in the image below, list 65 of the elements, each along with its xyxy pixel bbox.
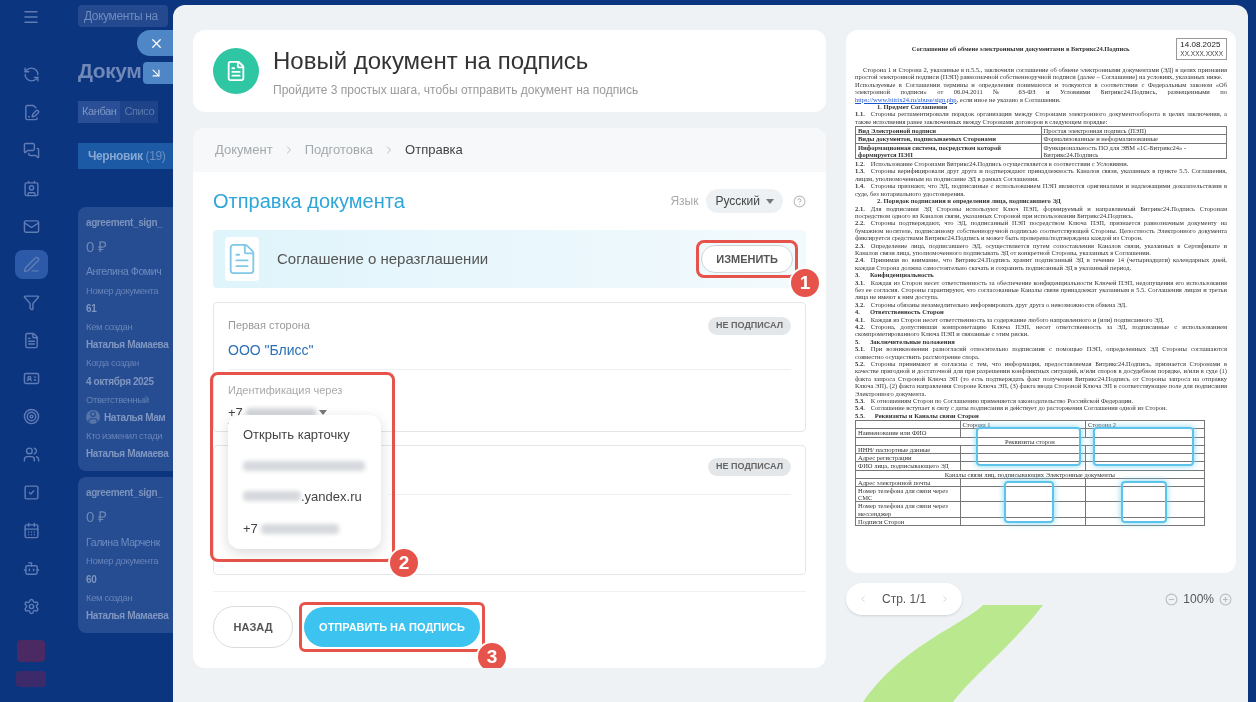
- back-button[interactable]: НАЗАД: [213, 606, 293, 648]
- field-label: Номер документа: [86, 283, 160, 298]
- document-name: Соглашение о неразглашении: [277, 248, 490, 269]
- page-title: Докум: [78, 58, 142, 84]
- menu-item[interactable]: .yandex.ru: [243, 486, 366, 506]
- field-label: Ответственный: [86, 392, 150, 407]
- zoom-out-icon[interactable]: [1165, 592, 1179, 606]
- field-value: Наталья Мамаева: [86, 447, 169, 461]
- step-number: 2: [388, 547, 420, 579]
- email-domain: .yandex.ru: [301, 487, 362, 506]
- party-name[interactable]: ООО "Блисс": [228, 339, 709, 361]
- page-indicator: Стр. 1/1: [882, 591, 927, 608]
- card-title: agreement_sign_: [86, 215, 164, 230]
- step-tab[interactable]: Отправка: [405, 140, 463, 160]
- language-select[interactable]: Русский: [706, 189, 783, 213]
- field-label: Номер документа: [86, 554, 160, 569]
- modal-title: Новый документ на подпись: [273, 46, 590, 76]
- menu-icon[interactable]: [22, 8, 40, 26]
- menu-item[interactable]: +7: [243, 519, 366, 539]
- field-value: 61: [86, 302, 97, 316]
- phone-prefix: +7: [243, 520, 258, 538]
- field-label: Кем создан: [86, 590, 134, 605]
- party-label: Первая сторона: [228, 318, 311, 333]
- step-number: 3: [476, 641, 508, 668]
- field-label: Когда создан: [86, 356, 140, 371]
- column-count: (19): [145, 147, 166, 165]
- status-badge: НЕ ПОДПИСАЛ: [708, 317, 791, 335]
- card-amount: 0 ₽: [86, 236, 108, 257]
- signature-field-highlight[interactable]: [1120, 481, 1167, 524]
- document-icon: [213, 48, 259, 94]
- field-value: 60: [86, 572, 97, 587]
- change-button[interactable]: ИЗМЕНИТЬ: [701, 245, 793, 273]
- signature-field-highlight[interactable]: [975, 427, 1081, 467]
- status-badge: НЕ ПОДПИСАЛ: [708, 458, 791, 476]
- step-number: 1: [789, 267, 821, 299]
- card-title: agreement_sign_: [86, 486, 164, 500]
- field-value: 4 октября 2025: [86, 374, 154, 389]
- identification-label: Идентификация через: [228, 382, 344, 398]
- language-label: Язык: [670, 193, 699, 210]
- avatar-placeholder: [16, 671, 46, 687]
- client-name: Ангелина Фомич: [86, 264, 163, 279]
- field-label: Кто изменил стади: [86, 428, 164, 443]
- avatar-placeholder: [17, 640, 45, 662]
- document-date: 14.08.2025: [1180, 40, 1222, 50]
- caret-icon: [766, 198, 774, 204]
- signature-field-highlight[interactable]: [1092, 427, 1195, 467]
- field-value: Наталья Мам: [104, 410, 166, 425]
- card-amount: 0 ₽: [86, 507, 108, 527]
- column-name: Черновик: [88, 147, 143, 165]
- section-title: Отправка документа: [213, 189, 406, 214]
- menu-item[interactable]: Открыть карточку: [243, 425, 366, 445]
- help-icon[interactable]: [793, 194, 806, 208]
- document-icon: [225, 237, 259, 281]
- phone-prefix: +7: [228, 404, 243, 422]
- pen-icon[interactable]: [14, 250, 48, 279]
- blurred-text: [243, 491, 301, 502]
- field-label: Кем создан: [86, 320, 134, 334]
- client-name: Галина Марченк: [86, 534, 161, 550]
- zoom-in-icon[interactable]: [1219, 592, 1232, 606]
- modal-subtitle: Пройдите 3 простых шага, чтобы отправить документ на подпись: [273, 82, 639, 99]
- field-value: Наталья Мамаева: [86, 608, 169, 623]
- field-value: Наталья Мамаева: [86, 338, 169, 353]
- user-avatar-icon: [86, 410, 100, 425]
- signature-field-highlight[interactable]: [1003, 481, 1054, 524]
- zoom-level: 100%: [1183, 591, 1214, 608]
